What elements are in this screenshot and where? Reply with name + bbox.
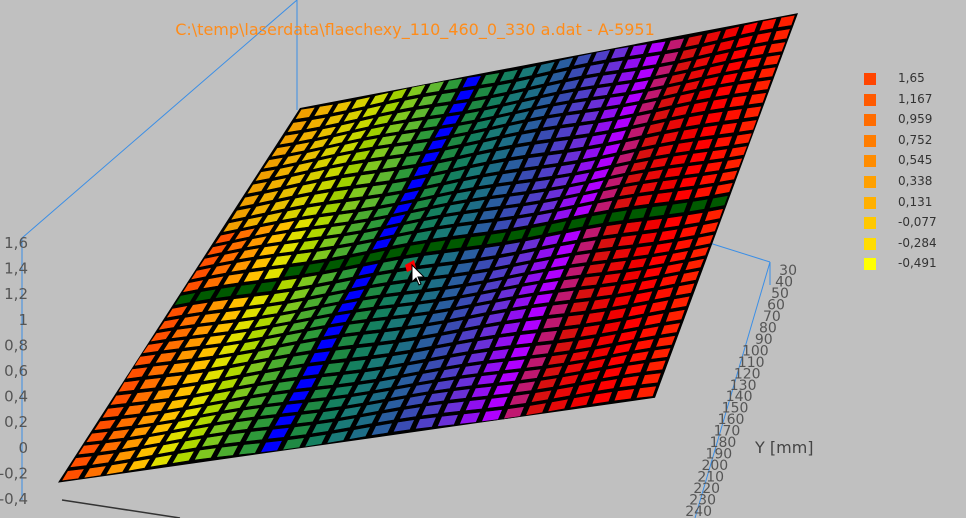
legend-label: -0,491 bbox=[898, 256, 937, 271]
legend-swatch bbox=[864, 196, 876, 209]
legend-label: 0,752 bbox=[898, 132, 933, 147]
legend-entry: 0,338 bbox=[862, 173, 952, 194]
legend-entry: 0,959 bbox=[862, 111, 952, 132]
z-tick-label: 1,6 bbox=[4, 234, 28, 252]
legend-label: -0,284 bbox=[898, 235, 937, 250]
z-axis-ticks: 1,6 1,4 1,2 1 0,8 0,6 0,4 0,2 0 -0,2 -0,4 bbox=[0, 234, 28, 508]
z-tick-label: 0 bbox=[18, 439, 28, 457]
legend: 1,65 1,167 0,959 0,752 0,545 0,338 0,131 -0,077… bbox=[862, 70, 952, 276]
legend-label: 1,65 bbox=[898, 71, 925, 85]
legend-label: 1,167 bbox=[898, 91, 933, 106]
legend-entry: 1,167 bbox=[862, 91, 952, 112]
legend-entry: 0,545 bbox=[862, 152, 952, 173]
z-tick-label: 0,8 bbox=[4, 336, 28, 354]
legend-swatch bbox=[864, 258, 876, 271]
z-tick-label: 1,4 bbox=[4, 260, 28, 278]
z-tick-label: 1,2 bbox=[4, 285, 28, 303]
chart-title: C:\temp\laserdata\flaechexy_110_460_0_33… bbox=[175, 20, 655, 39]
y-tick-label: 240 bbox=[685, 504, 712, 518]
z-tick-label: 0,2 bbox=[4, 413, 28, 431]
z-tick-label: 1 bbox=[18, 311, 28, 329]
legend-label: 0,338 bbox=[898, 173, 933, 188]
legend-entry: 0,752 bbox=[862, 132, 952, 153]
legend-entry: -0,077 bbox=[862, 214, 952, 235]
legend-swatch bbox=[864, 73, 876, 85]
y-axis-label: Y [mm] bbox=[754, 438, 814, 457]
legend-label: 0,545 bbox=[898, 153, 933, 168]
legend-entry: -0,284 bbox=[862, 235, 952, 256]
z-tick-label: 0,4 bbox=[4, 388, 28, 406]
legend-label: 0,131 bbox=[898, 194, 933, 209]
legend-swatch bbox=[864, 93, 876, 106]
legend-swatch bbox=[864, 155, 876, 168]
surface-mesh bbox=[58, 13, 798, 483]
legend-swatch bbox=[864, 175, 876, 188]
legend-label: 0,959 bbox=[898, 112, 933, 127]
legend-entry: 0,131 bbox=[862, 194, 952, 215]
y-axis-ticks: 3040506070809010011012013014015016017018… bbox=[685, 263, 797, 518]
surface-plot: 1,6 1,4 1,2 1 0,8 0,6 0,4 0,2 0 -0,2 -0,4 30405060… bbox=[0, 0, 814, 518]
legend-label: -0,077 bbox=[898, 215, 937, 230]
legend-swatch bbox=[864, 114, 876, 127]
z-tick-label: -0,2 bbox=[0, 464, 28, 482]
legend-swatch bbox=[864, 237, 876, 250]
axis-box-line bbox=[61, 499, 181, 518]
z-tick-label: 0,6 bbox=[4, 362, 28, 380]
legend-swatch bbox=[864, 134, 876, 147]
legend-swatch bbox=[864, 217, 876, 230]
legend-entry: -0,491 bbox=[862, 255, 952, 276]
legend-entry: 1,65 bbox=[862, 70, 952, 91]
z-tick-label: -0,4 bbox=[0, 490, 28, 508]
